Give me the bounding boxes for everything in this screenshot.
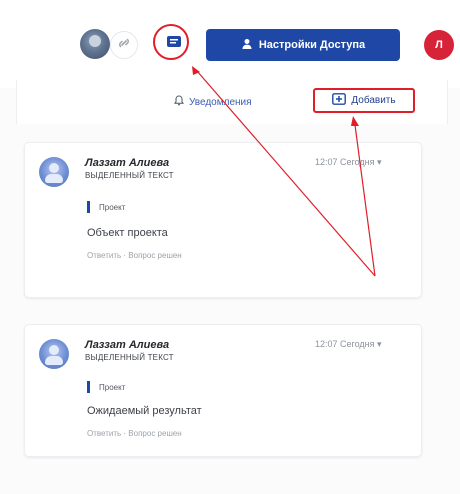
comment-card: Лаззат Алиева 12:07 Сегодня ▾ ВЫДЕЛЕННЫЙ… — [24, 142, 422, 298]
current-user-avatar[interactable] — [80, 29, 110, 59]
add-comment-button[interactable]: Добавить — [313, 88, 415, 113]
comment-text: Объект проекта — [87, 227, 168, 239]
top-toolbar: Настройки Доступа Л — [0, 0, 460, 88]
add-comment-icon — [332, 93, 347, 108]
person-icon — [241, 38, 253, 53]
comment-actions[interactable]: Ответить · Вопрос решен — [87, 251, 182, 260]
comment-card: Лаззат Алиева 12:07 Сегодня ▾ ВЫДЕЛЕННЫЙ… — [24, 324, 422, 457]
selected-text-label: ВЫДЕЛЕННЫЙ ТЕКСТ — [85, 171, 174, 180]
comment-time[interactable]: 12:07 Сегодня ▾ — [315, 339, 382, 350]
comments-button-highlight — [153, 24, 189, 60]
link-button[interactable] — [110, 31, 138, 59]
comment-time-label: 12:07 Сегодня — [315, 157, 375, 167]
comment-actions[interactable]: Ответить · Вопрос решен — [87, 429, 182, 438]
access-settings-button[interactable]: Настройки Доступа — [206, 29, 400, 61]
notifications-label: Уведомления — [189, 96, 252, 108]
comment-time-label: 12:07 Сегодня — [315, 339, 375, 349]
add-comment-label: Добавить — [351, 95, 396, 106]
selected-text-label: ВЫДЕЛЕННЫЙ ТЕКСТ — [85, 353, 174, 362]
quote-text: Проект — [99, 203, 126, 212]
comment-author: Лаззат Алиева — [85, 157, 170, 169]
link-icon — [117, 36, 131, 55]
quote-marker — [87, 381, 90, 393]
quote-text: Проект — [99, 383, 126, 392]
comments-panel-page: Настройки Доступа Л Уведомления Добавить… — [0, 0, 460, 494]
comment-text: Ожидаемый результат — [87, 405, 202, 417]
chevron-down-icon[interactable]: ▾ — [377, 157, 382, 167]
comment-time[interactable]: 12:07 Сегодня ▾ — [315, 157, 382, 168]
notifications-link[interactable]: Уведомления — [174, 93, 252, 111]
comment-author: Лаззат Алиева — [85, 339, 170, 351]
bell-icon — [174, 95, 184, 109]
user-menu-avatar[interactable]: Л — [424, 30, 454, 60]
chevron-down-icon[interactable]: ▾ — [377, 339, 382, 349]
quote-marker — [87, 201, 90, 213]
author-avatar — [39, 339, 69, 369]
author-avatar — [39, 157, 69, 187]
access-settings-label: Настройки Доступа — [258, 39, 366, 51]
